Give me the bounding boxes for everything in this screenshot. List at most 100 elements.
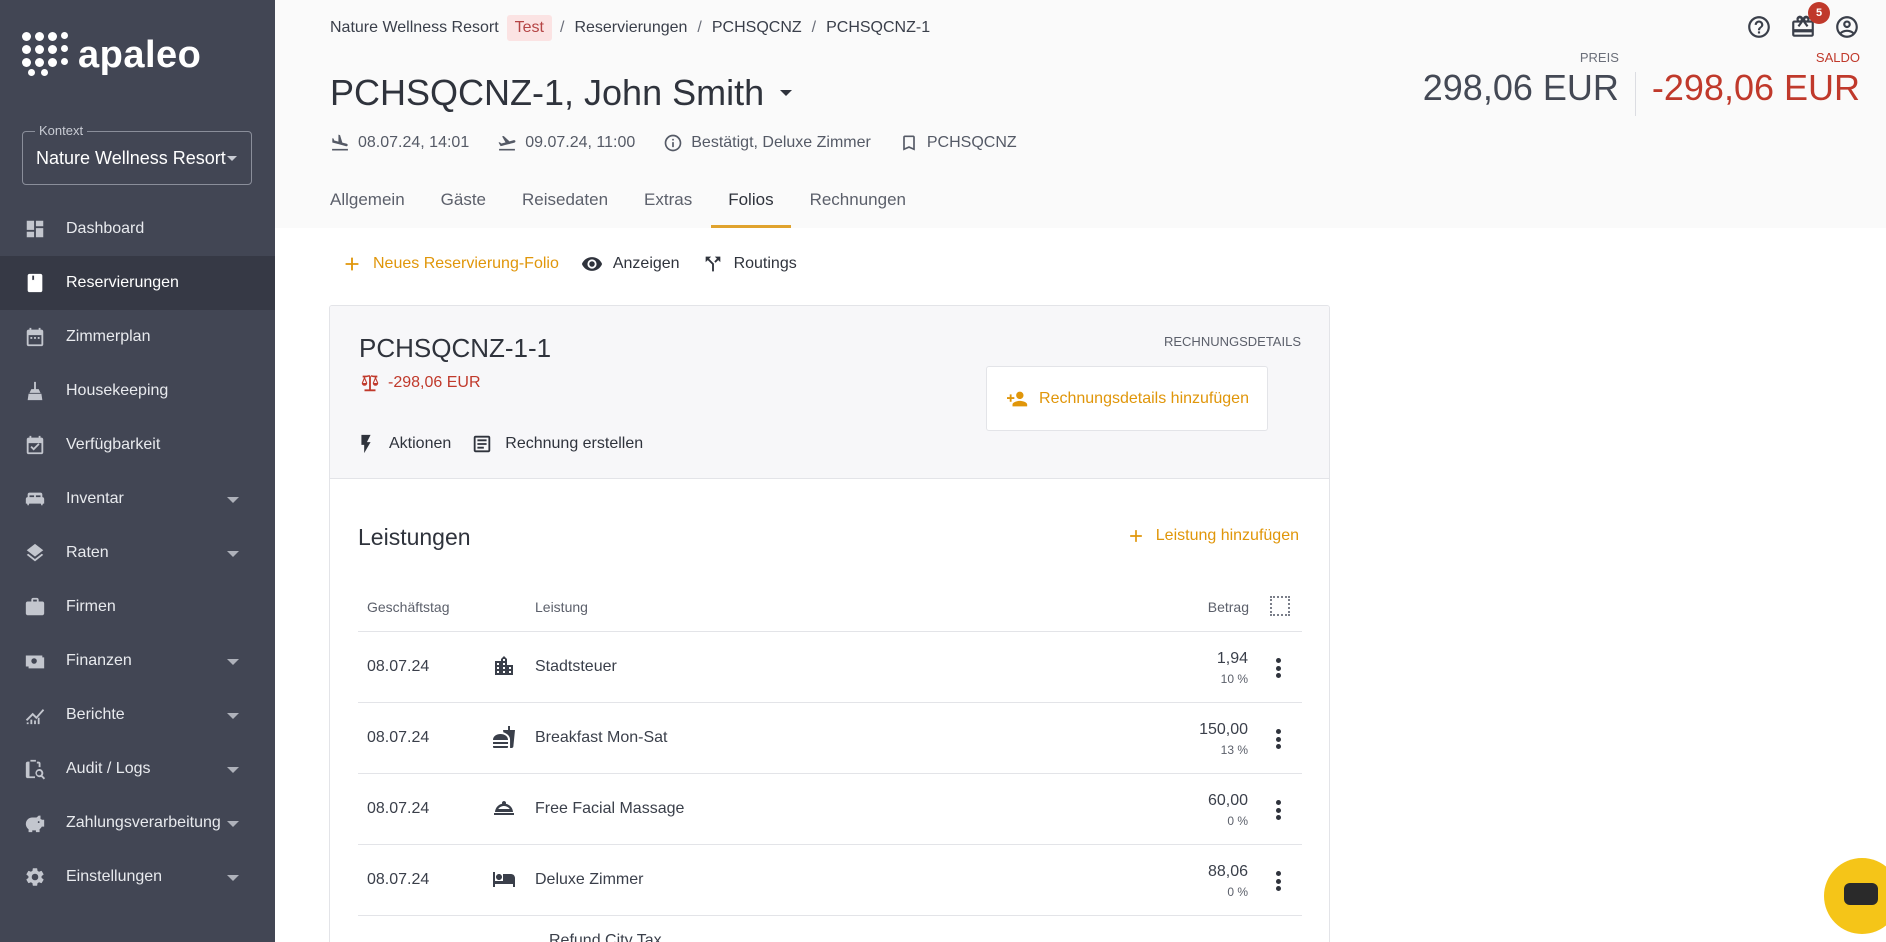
sidebar-item-reservierungen[interactable]: Reservierungen <box>0 256 275 310</box>
sidebar-item-verfuegbarkeit[interactable]: Verfügbarkeit <box>0 418 275 472</box>
gear-icon <box>24 866 46 888</box>
receipt-icon <box>474 435 491 453</box>
vat-rate: 0 % <box>1227 814 1248 828</box>
sidebar-item-berichte[interactable]: Berichte <box>0 688 275 742</box>
chevron-down-icon <box>227 497 239 503</box>
breadcrumb-reservation: PCHSQCNZ-1 <box>826 19 931 36</box>
vat-rate: 10 % <box>1220 672 1248 686</box>
more-vert-icon[interactable] <box>1268 727 1288 751</box>
price-column: PREIS 298,06 EUR <box>1423 50 1619 116</box>
select-columns-icon[interactable] <box>1270 596 1290 616</box>
calendar-icon <box>24 326 46 348</box>
table-row[interactable]: 08.07.24 Breakfast Mon-Sat 150,00 13 % <box>358 703 1302 774</box>
booking-ref-info[interactable]: PCHSQCNZ <box>899 133 1017 153</box>
add-invoice-details-button[interactable]: Rechnungsdetails hinzufügen <box>986 366 1268 431</box>
sidebar-nav: Dashboard Reservierungen Zimmerplan Hous… <box>0 202 275 904</box>
sidebar-item-label: Verfügbarkeit <box>66 436 161 453</box>
saldo-column: SALDO -298,06 EUR <box>1652 50 1860 116</box>
amount-value: 150,00 <box>1199 721 1248 738</box>
sidebar-item-finanzen[interactable]: Finanzen <box>0 634 275 688</box>
top-icons: 5 <box>1746 2 1860 45</box>
food-icon <box>492 725 516 749</box>
tab-rechnungen[interactable]: Rechnungen <box>810 188 906 228</box>
column-amount[interactable]: Betrag <box>1208 599 1249 615</box>
column-date[interactable]: Geschäftstag <box>367 599 450 615</box>
briefcase-icon <box>24 596 46 618</box>
more-vert-icon[interactable] <box>1268 656 1288 680</box>
tab-gaeste[interactable]: Gäste <box>441 188 486 228</box>
sidebar-item-raten[interactable]: Raten <box>0 526 275 580</box>
saldo-label: SALDO <box>1815 50 1860 65</box>
sidebar-item-housekeeping[interactable]: Housekeeping <box>0 364 275 418</box>
breadcrumb-booking[interactable]: PCHSQCNZ <box>712 19 802 37</box>
arrival-date: 08.07.24, 14:01 <box>358 134 470 151</box>
folio-actions: Aktionen Rechnung erstellen <box>355 433 663 455</box>
row-service: Refund City Tax <box>549 932 662 942</box>
status-info: Bestätigt, Deluxe Zimmer <box>663 133 871 153</box>
flight-land-icon <box>332 134 348 151</box>
account-icon[interactable] <box>1834 14 1860 45</box>
sidebar-item-zimmerplan[interactable]: Zimmerplan <box>0 310 275 364</box>
add-service-label: Leistung hinzufügen <box>1155 527 1299 544</box>
folios-content: Neues Reservierung-Folio Anzeigen Routin… <box>275 228 1886 942</box>
reservation-meta: 08.07.24, 14:01 09.07.24, 11:00 Bestätig… <box>330 133 1045 153</box>
notification-badge: 5 <box>1808 2 1830 24</box>
price-value: 298,06 EUR <box>1422 67 1619 108</box>
show-button[interactable]: Anzeigen <box>581 253 680 275</box>
show-label: Anzeigen <box>612 255 680 272</box>
table-row[interactable]: Refund City Tax <box>358 916 1302 942</box>
broom-icon <box>24 380 46 402</box>
tab-extras[interactable]: Extras <box>644 188 692 228</box>
gift-icon[interactable]: 5 <box>1790 2 1830 45</box>
sidebar-item-label: Housekeeping <box>66 382 169 399</box>
sidebar-item-firmen[interactable]: Firmen <box>0 580 275 634</box>
new-folio-label: Neues Reservierung-Folio <box>373 255 559 272</box>
routings-button[interactable]: Routings <box>702 253 797 275</box>
help-icon[interactable] <box>1746 14 1772 45</box>
money-icon <box>24 650 46 672</box>
sidebar-item-zahlungsverarbeitung[interactable]: Zahlungsverarbeitung <box>0 796 275 850</box>
bookmark-icon <box>903 135 915 151</box>
chevron-down-icon <box>227 659 239 665</box>
table-row[interactable]: 08.07.24 Free Facial Massage 60,00 0 % <box>358 774 1302 845</box>
breadcrumb-property[interactable]: Nature Wellness Resort <box>330 19 499 37</box>
tab-folios[interactable]: Folios <box>711 188 792 228</box>
sidebar-item-audit-logs[interactable]: Audit / Logs <box>0 742 275 796</box>
context-value: Nature Wellness Resort <box>36 148 226 168</box>
tab-reisedaten[interactable]: Reisedaten <box>522 188 608 228</box>
new-folio-button[interactable]: Neues Reservierung-Folio <box>341 253 559 275</box>
sidebar-item-label: Berichte <box>66 706 125 723</box>
add-service-button[interactable]: Leistung hinzufügen <box>1126 526 1299 546</box>
actions-button[interactable]: Aktionen <box>355 433 451 455</box>
create-invoice-button[interactable]: Rechnung erstellen <box>471 433 643 455</box>
breadcrumb-reservations[interactable]: Reservierungen <box>574 19 687 37</box>
eye-icon <box>581 257 602 271</box>
invoice-details-label: RECHNUNGSDETAILS <box>1163 334 1301 349</box>
column-service[interactable]: Leistung <box>535 599 588 615</box>
bed-icon <box>492 867 516 891</box>
more-vert-icon[interactable] <box>1268 869 1288 893</box>
apaleo-logo[interactable]: apaleo <box>22 32 201 78</box>
sidebar-item-inventar[interactable]: Inventar <box>0 472 275 526</box>
table-row[interactable]: 08.07.24 Deluxe Zimmer 88,06 0 % <box>358 845 1302 916</box>
price-summary: PREIS 298,06 EUR SALDO -298,06 EUR <box>1423 50 1860 116</box>
chat-icon <box>1844 883 1878 905</box>
sidebar: apaleo Kontext Nature Wellness Resort Da… <box>0 0 275 942</box>
test-badge: Test <box>506 15 552 41</box>
context-select[interactable]: Kontext Nature Wellness Resort <box>22 123 252 185</box>
flash-icon <box>361 434 371 454</box>
tab-allgemein[interactable]: Allgemein <box>330 188 405 228</box>
more-vert-icon[interactable] <box>1268 798 1288 822</box>
plus-icon <box>1129 530 1142 542</box>
sidebar-item-label: Firmen <box>66 598 116 615</box>
divider <box>1634 72 1636 116</box>
sidebar-item-dashboard[interactable]: Dashboard <box>0 202 275 256</box>
breadcrumb: Nature Wellness Resort Test / Reservieru… <box>330 15 930 41</box>
sidebar-item-einstellungen[interactable]: Einstellungen <box>0 850 275 904</box>
title-dropdown-icon[interactable] <box>780 90 793 96</box>
chevron-down-icon <box>227 713 239 719</box>
table-row[interactable]: 08.07.24 Stadtsteuer 1,94 10 % <box>358 632 1302 703</box>
row-amount: 88,06 0 % <box>1208 863 1248 899</box>
person-add-icon <box>1007 391 1028 406</box>
price-label: PREIS <box>1579 50 1619 65</box>
